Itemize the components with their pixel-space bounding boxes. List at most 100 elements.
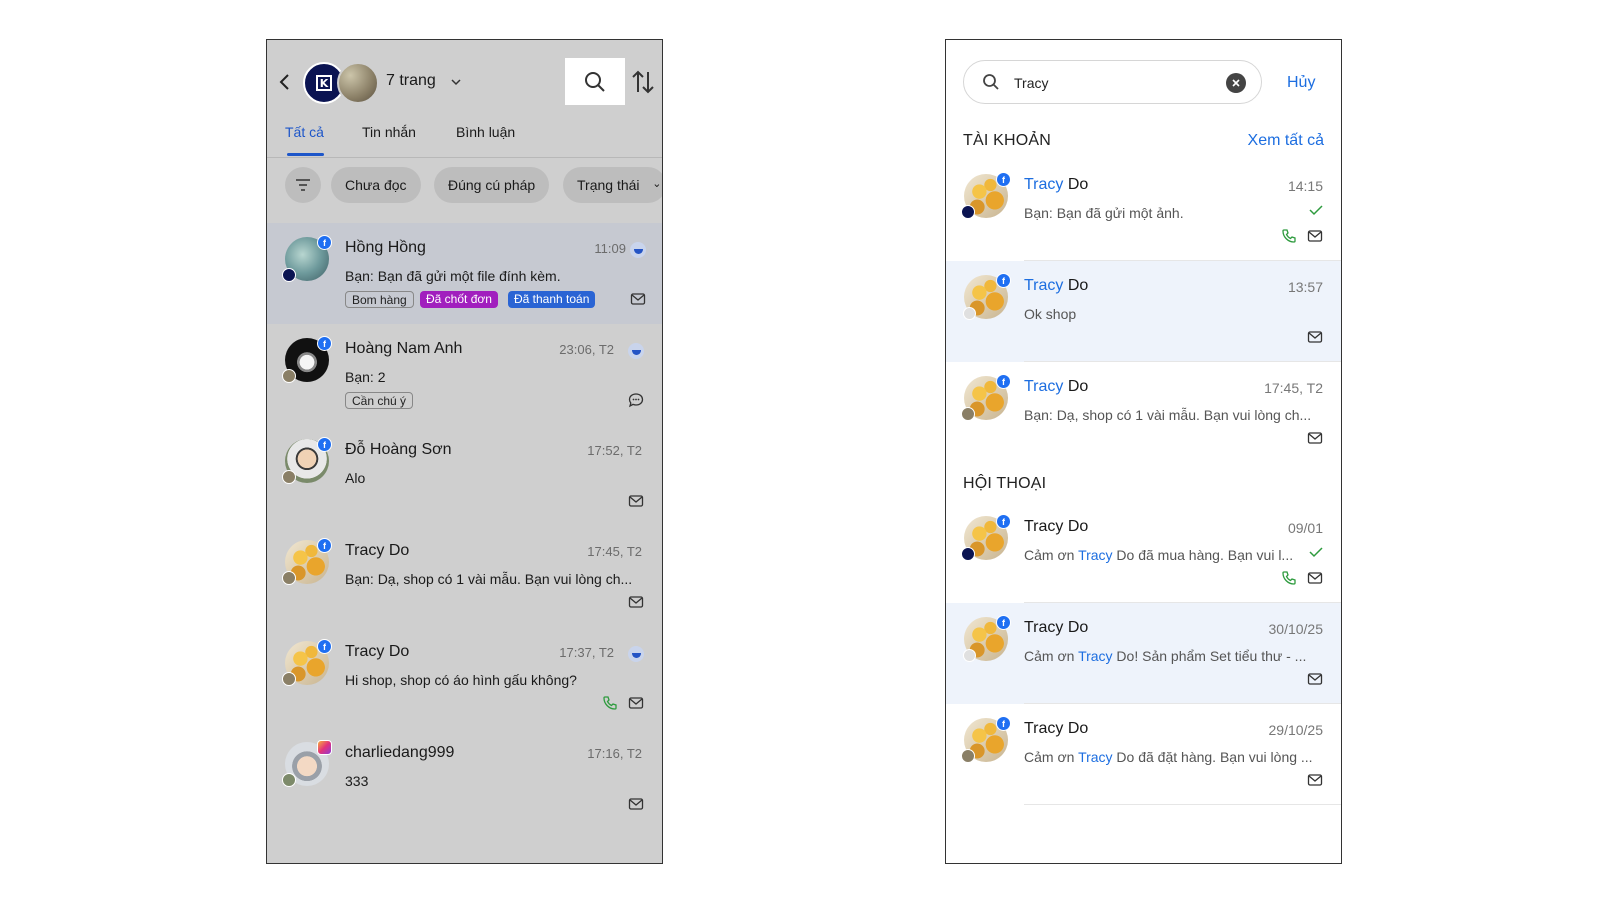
- conversation-item[interactable]: charliedang999 17:16, T2 333: [267, 728, 662, 829]
- phone-icon[interactable]: [1281, 570, 1297, 586]
- mail-icon[interactable]: [1307, 772, 1323, 788]
- facebook-icon: f: [996, 716, 1011, 731]
- tab-comments[interactable]: Bình luận: [456, 124, 515, 140]
- message-time: 17:45, T2: [1264, 380, 1323, 396]
- filter-button[interactable]: [285, 167, 321, 203]
- account-result[interactable]: f Tracy Do 17:45, T2 Bạn: Dạ, shop có 1 …: [946, 362, 1341, 463]
- contact-name: Tracy Do: [1024, 378, 1088, 396]
- accounts-section-title: TÀI KHOẢN: [963, 132, 1052, 149]
- search-input[interactable]: Tracy: [1014, 75, 1048, 91]
- conversation-result[interactable]: f Tracy Do 09/01 Cảm ơn Tracy Do đã mua …: [946, 502, 1341, 603]
- see-all-link[interactable]: Xem tất cả: [1248, 132, 1324, 150]
- inbox-screen: K 7 trang Tất cả Tin nhắn Bình luận Chưa…: [266, 39, 663, 864]
- chip-correct-syntax[interactable]: Đúng cú pháp: [434, 167, 550, 203]
- conversation-item[interactable]: f Hồng Hồng 11:09 Bạn: Bạn đã gửi một fi…: [267, 223, 662, 324]
- page-selector-label[interactable]: 7 trang: [386, 72, 436, 90]
- message-preview: Bạn: Bạn đã gửi một ảnh.: [1024, 205, 1184, 221]
- page-badge: [961, 205, 975, 219]
- conversation-item[interactable]: f Tracy Do 17:45, T2 Bạn: Dạ, shop có 1 …: [267, 526, 662, 627]
- divider: [1024, 804, 1341, 805]
- chevron-down-icon[interactable]: [450, 77, 462, 87]
- contact-name: Tracy Do: [1024, 619, 1089, 636]
- cancel-button[interactable]: Hủy: [1287, 74, 1315, 92]
- tag-label: Bom hàng: [345, 291, 414, 308]
- contact-name: Tracy Do: [1024, 277, 1088, 295]
- facebook-icon: f: [996, 172, 1011, 187]
- message-preview: Bạn: Dạ, shop có 1 vài mẫu. Bạn vui lòng…: [345, 571, 633, 587]
- mail-icon[interactable]: [628, 796, 644, 812]
- tag-label: Đã chốt đơn: [420, 291, 498, 308]
- conversation-item[interactable]: f Hoàng Nam Anh 23:06, T2 Bạn: 2 Cần chú…: [267, 324, 662, 425]
- message-preview: Cảm ơn Tracy Do đã mua hàng. Bạn vui l..…: [1024, 547, 1304, 563]
- comment-icon[interactable]: [628, 392, 644, 408]
- contact-name: charliedang999: [345, 744, 455, 761]
- mail-icon[interactable]: [630, 291, 646, 307]
- tab-messages[interactable]: Tin nhắn: [362, 124, 416, 140]
- page-badge: [282, 369, 296, 383]
- mail-icon[interactable]: [1307, 570, 1323, 586]
- message-preview: Bạn: Dạ, shop có 1 vài mẫu. Bạn vui lòng…: [1024, 407, 1312, 423]
- mail-icon[interactable]: [1307, 329, 1323, 345]
- page-avatar[interactable]: [337, 62, 379, 104]
- chip-status[interactable]: Trạng thái ⌄: [563, 167, 662, 203]
- search-hit: Tracy: [1078, 547, 1113, 563]
- search-hit: Tracy: [1024, 277, 1064, 294]
- conversation-result[interactable]: f Tracy Do 29/10/25 Cảm ơn Tracy Do đã đ…: [946, 704, 1341, 805]
- sort-icon[interactable]: [630, 69, 656, 95]
- chip-unread[interactable]: Chưa đọc: [331, 167, 421, 203]
- search-button[interactable]: [565, 58, 625, 105]
- conversation-result[interactable]: f Tracy Do 30/10/25 Cảm ơn Tracy Do! Sản…: [946, 603, 1341, 704]
- facebook-icon: f: [317, 538, 332, 553]
- mail-icon[interactable]: [628, 493, 644, 509]
- message-time: 17:52, T2: [587, 443, 642, 458]
- search-screen: Tracy Hủy TÀI KHOẢN Xem tất cả f Tracy D…: [945, 39, 1342, 864]
- conversation-item[interactable]: f Tracy Do 17:37, T2 Hi shop, shop có áo…: [267, 627, 662, 728]
- chip-status-label: Trạng thái: [577, 177, 640, 193]
- mail-icon[interactable]: [628, 594, 644, 610]
- page-badge: [961, 407, 975, 421]
- page-badge: [282, 268, 296, 282]
- instagram-icon: [317, 740, 332, 755]
- message-time: 13:57: [1287, 279, 1323, 295]
- check-icon: [1309, 547, 1323, 558]
- mail-icon[interactable]: [628, 695, 644, 711]
- mail-icon[interactable]: [1307, 228, 1323, 244]
- filter-icon: [296, 179, 310, 191]
- search-bar[interactable]: Tracy: [963, 60, 1262, 104]
- person-badge-icon: [963, 307, 976, 320]
- facebook-icon: f: [996, 374, 1011, 389]
- contact-name: Hồng Hồng: [345, 239, 426, 256]
- contact-name: Tracy Do: [1024, 518, 1089, 535]
- clear-icon[interactable]: [1226, 73, 1246, 93]
- search-hit: Tracy: [1078, 648, 1113, 664]
- conversation-item[interactable]: f Đỗ Hoàng Sơn 17:52, T2 Alo: [267, 425, 662, 526]
- phone-icon[interactable]: [1281, 228, 1297, 244]
- facebook-icon: f: [317, 235, 332, 250]
- message-time: 23:06, T2: [559, 342, 614, 357]
- account-result[interactable]: f Tracy Do 14:15 Bạn: Bạn đã gửi một ảnh…: [946, 160, 1341, 261]
- account-result[interactable]: f Tracy Do 13:57 Ok shop: [946, 261, 1341, 362]
- contact-name: Tracy Do: [345, 542, 410, 559]
- tag-label: Cần chú ý: [345, 392, 414, 409]
- msg-pre: Cảm ơn: [1024, 648, 1079, 664]
- msg-post: Do! Sản phẩm Set tiểu thư - ...: [1112, 648, 1307, 664]
- conversations-section-title: HỘI THOẠI: [963, 475, 1047, 492]
- message-time: 11:09: [594, 241, 626, 256]
- search-hit: Tracy: [1024, 176, 1064, 193]
- mail-icon[interactable]: [1307, 671, 1323, 687]
- phone-icon[interactable]: [602, 695, 618, 711]
- tab-all[interactable]: Tất cả: [285, 124, 324, 140]
- contact-name: Tracy Do: [1024, 176, 1088, 194]
- message-preview: Alo: [345, 470, 366, 486]
- back-chevron-icon[interactable]: [275, 70, 295, 94]
- msg-post: Do đã mua hàng. Bạn vui l...: [1112, 547, 1294, 563]
- mail-icon[interactable]: [1307, 430, 1323, 446]
- page-badge: [282, 773, 296, 787]
- unread-indicator: [628, 646, 644, 662]
- facebook-icon: f: [317, 336, 332, 351]
- message-time: 17:37, T2: [559, 645, 614, 660]
- contact-name: Đỗ Hoàng Sơn: [345, 441, 452, 458]
- tab-indicator: [287, 153, 324, 156]
- inbox-header: K 7 trang: [267, 40, 662, 120]
- message-time: 30/10/25: [1268, 621, 1324, 637]
